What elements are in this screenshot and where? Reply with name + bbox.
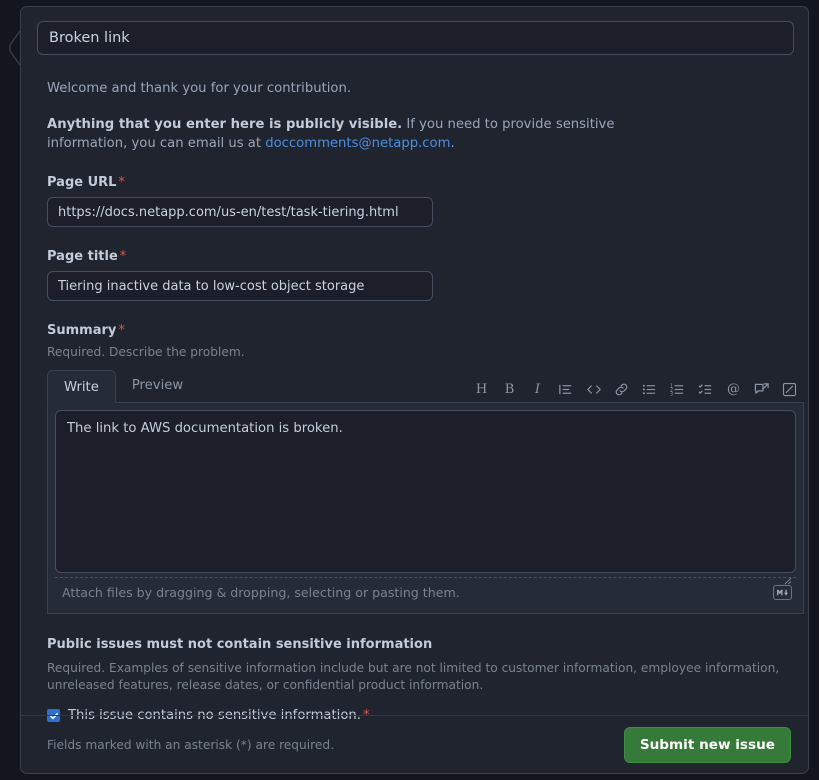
page-url-label-text: Page URL (47, 175, 116, 190)
summary-help-text: Required. Describe the problem. (47, 345, 792, 359)
notice-bold-text: Anything that you enter here is publicly… (47, 117, 402, 132)
form-footer: Fields marked with an asterisk (*) are r… (21, 715, 808, 773)
task-list-icon[interactable] (697, 381, 714, 398)
italic-glyph: I (535, 383, 540, 396)
issue-form-panel: Welcome and thank you for your contribut… (20, 6, 809, 774)
tab-preview[interactable]: Preview (116, 369, 199, 402)
panel-callout-arrow (5, 30, 21, 66)
submit-new-issue-button[interactable]: Submit new issue (624, 727, 791, 763)
heading-glyph: H (476, 383, 487, 396)
markdown-badge-icon[interactable] (773, 585, 792, 600)
page-title-required-asterisk: * (120, 249, 127, 264)
page-title-label-text: Page title (47, 249, 118, 264)
link-icon[interactable] (613, 381, 630, 398)
sensitive-info-title: Public issues must not contain sensitive… (47, 637, 792, 652)
attach-files-row[interactable]: Attach files by dragging & dropping, sel… (55, 577, 796, 606)
editor-tab-bar: Write Preview H B I (47, 369, 804, 403)
page-url-required-asterisk: * (118, 175, 125, 190)
heading-icon[interactable]: H (473, 381, 490, 398)
mention-glyph: @ (727, 383, 740, 396)
page-url-label: Page URL* (47, 175, 792, 190)
sensitive-info-help: Required. Examples of sensitive informat… (47, 660, 792, 694)
issue-form-body: Welcome and thank you for your contribut… (21, 7, 808, 773)
tab-write[interactable]: Write (47, 370, 116, 403)
summary-required-asterisk: * (118, 323, 125, 338)
summary-label-text: Summary (47, 323, 116, 338)
publicly-visible-notice: Anything that you enter here is publicly… (47, 115, 697, 153)
italic-icon[interactable]: I (529, 381, 546, 398)
page-title-label: Page title* (47, 249, 792, 264)
summary-label: Summary* (47, 323, 792, 338)
saved-reply-icon[interactable] (753, 381, 770, 398)
markdown-edit-icon[interactable] (781, 381, 798, 398)
page-title-input[interactable] (47, 271, 433, 301)
summary-textarea[interactable] (55, 410, 796, 573)
notice-period: . (450, 136, 454, 151)
issue-title-input[interactable] (37, 21, 794, 55)
page-url-input[interactable] (47, 197, 433, 227)
svg-text:3: 3 (670, 391, 673, 397)
quote-icon[interactable] (557, 381, 574, 398)
screen: Welcome and thank you for your contribut… (0, 0, 819, 780)
editor-toolbar: H B I (473, 381, 798, 398)
attach-files-text: Attach files by dragging & dropping, sel… (62, 585, 460, 600)
bold-glyph: B (505, 383, 515, 396)
bold-icon[interactable]: B (501, 381, 518, 398)
welcome-text: Welcome and thank you for your contribut… (47, 81, 792, 96)
markdown-editor: Write Preview H B I (47, 369, 804, 614)
ordered-list-icon[interactable]: 1 2 3 (669, 381, 686, 398)
mention-icon[interactable]: @ (725, 381, 742, 398)
unordered-list-icon[interactable] (641, 381, 658, 398)
doc-comments-email-link[interactable]: doccomments@netapp.com (265, 136, 450, 151)
required-fields-note: Fields marked with an asterisk (*) are r… (47, 738, 334, 752)
code-icon[interactable] (585, 381, 602, 398)
editor-content-box: Attach files by dragging & dropping, sel… (47, 403, 804, 614)
